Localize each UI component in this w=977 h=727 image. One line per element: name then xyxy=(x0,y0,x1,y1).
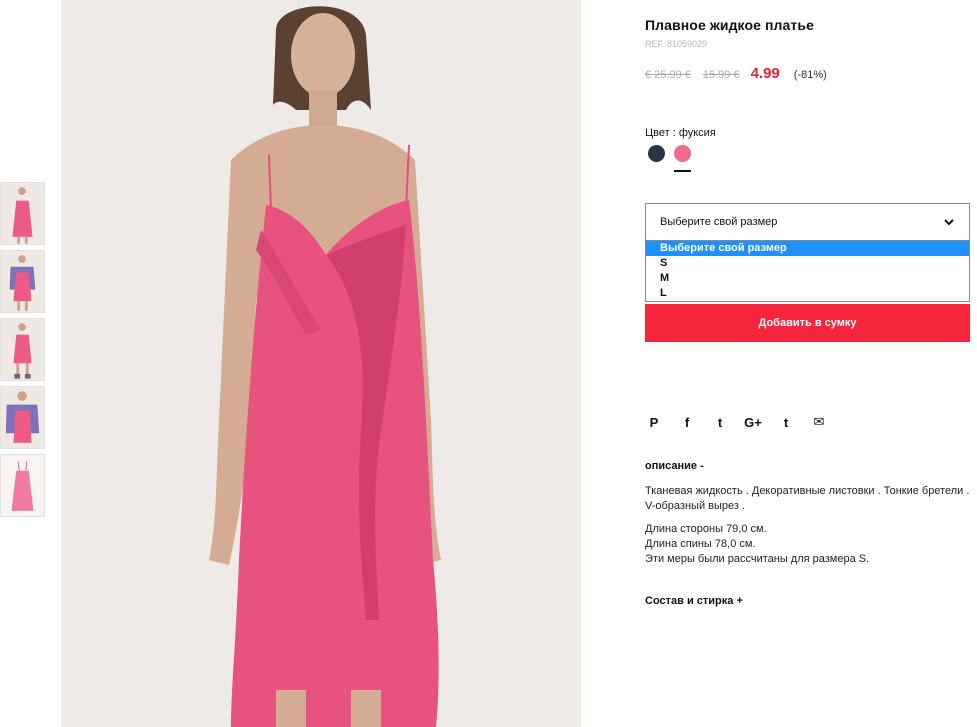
size-option-l[interactable]: L xyxy=(646,286,969,301)
twitter-icon[interactable]: t xyxy=(711,413,729,431)
facebook-icon[interactable]: f xyxy=(678,413,696,431)
measure-note: Эти меры были рассчитаны для размера S. xyxy=(645,553,870,565)
color-swatch-fuchsia[interactable] xyxy=(674,145,691,162)
tumblr-icon[interactable]: t xyxy=(777,413,795,431)
chevron-down-icon xyxy=(944,219,954,226)
old-price-1: € 25.99 € xyxy=(645,69,691,81)
color-label: Цвет : фуксия xyxy=(645,127,716,139)
discount-badge: (-81%) xyxy=(793,69,827,81)
composition-care-heading[interactable]: Состав и стирка + xyxy=(645,595,743,607)
email-icon[interactable]: ✉ xyxy=(810,413,828,431)
thumbnail-2[interactable] xyxy=(0,250,45,313)
pinterest-icon[interactable]: P xyxy=(645,413,663,431)
google-plus-icon[interactable]: G+ xyxy=(744,413,762,431)
thumbnail-3[interactable] xyxy=(0,318,45,381)
selected-color-indicator xyxy=(674,170,691,172)
description-text: Тканевая жидкость . Декоративные листовк… xyxy=(645,485,970,512)
size-dropdown: Выберите свой размер S M L xyxy=(645,241,970,302)
size-option-placeholder[interactable]: Выберите свой размер xyxy=(646,241,969,256)
color-swatch-navy[interactable] xyxy=(648,145,665,162)
measurements: Длина стороны 79,0 см. Длина спины 78,0 … xyxy=(645,522,869,567)
social-share: P f t G+ t ✉ xyxy=(645,413,843,431)
add-to-bag-button[interactable]: Добавить в сумку xyxy=(645,304,970,342)
color-swatches xyxy=(648,145,700,162)
old-price-2: 15.99 € xyxy=(702,69,740,81)
measure-side: Длина стороны 79,0 см. xyxy=(645,523,767,535)
product-ref: REF. 81059029 xyxy=(645,39,708,49)
thumbnail-1[interactable] xyxy=(0,182,45,245)
thumbnail-4[interactable] xyxy=(0,386,45,449)
size-select[interactable]: Выберите свой размер xyxy=(645,203,970,241)
size-option-s[interactable]: S xyxy=(646,256,969,271)
product-photo xyxy=(61,0,581,727)
description-heading[interactable]: описание - xyxy=(645,460,704,472)
size-option-m[interactable]: M xyxy=(646,271,969,286)
current-price: 4.99 xyxy=(750,65,780,82)
price-row: € 25.99 € 15.99 € 4.99 (-81%) xyxy=(645,65,827,82)
size-select-value: Выберите свой размер xyxy=(660,216,778,228)
product-title: Плавное жидкое платье xyxy=(645,17,814,33)
measure-back: Длина спины 78,0 см. xyxy=(645,538,756,550)
thumbnail-5[interactable] xyxy=(0,454,45,517)
thumbnail-gallery xyxy=(0,182,47,522)
